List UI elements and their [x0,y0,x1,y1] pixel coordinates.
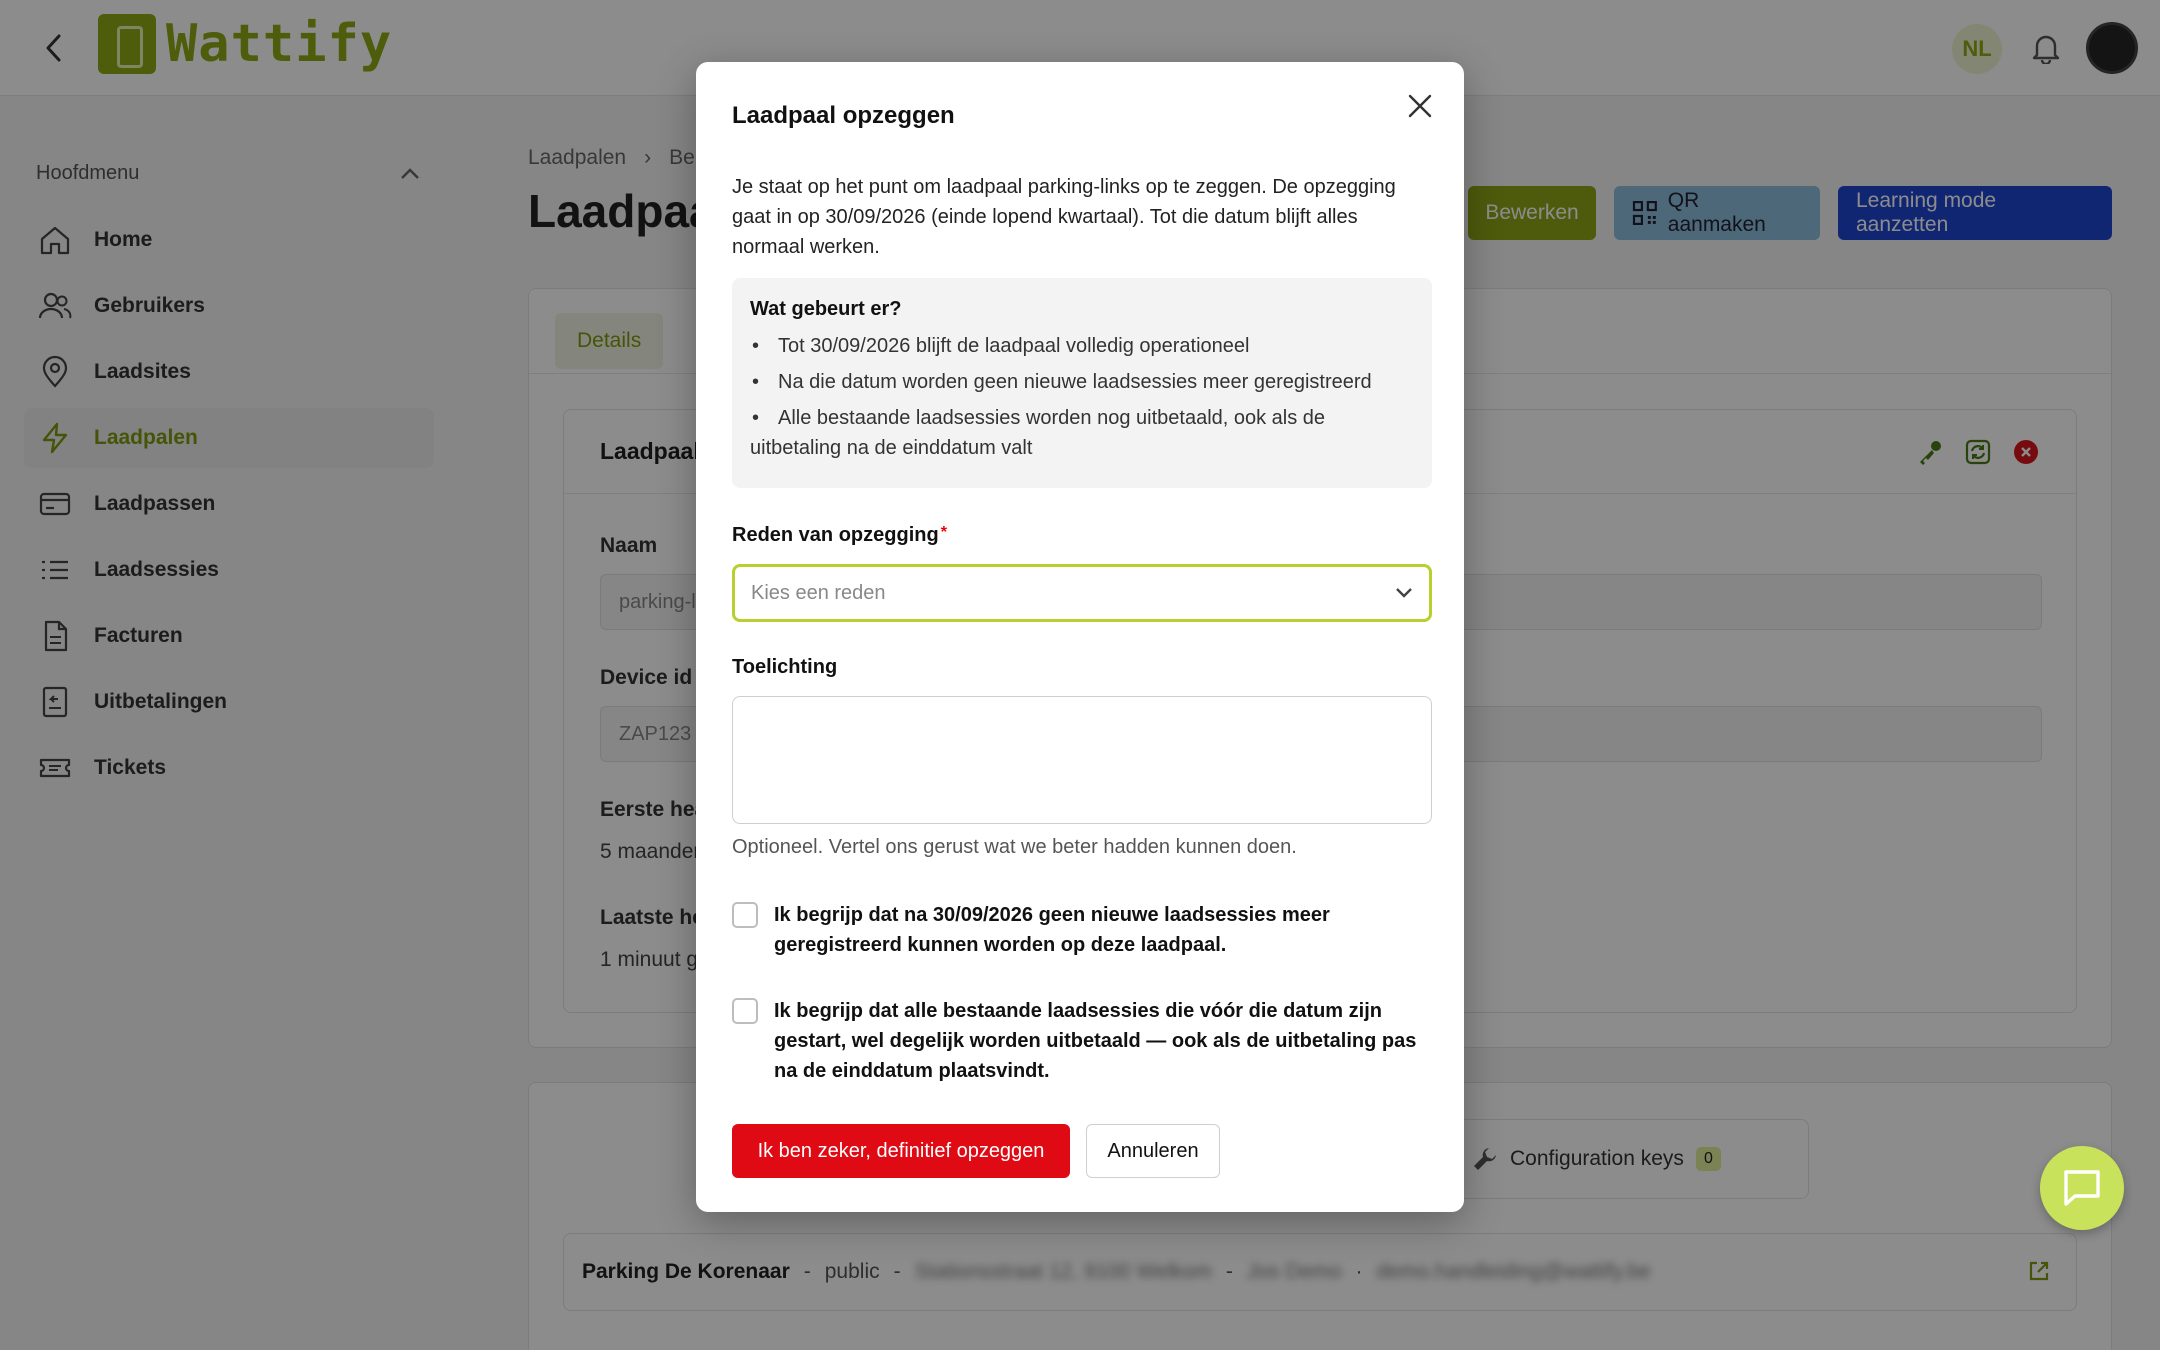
list-item: Tot 30/09/2026 blijft de laadpaal volled… [750,331,1414,361]
checkbox-label: Ik begrijp dat na 30/09/2026 geen nieuwe… [774,904,1330,956]
cancel-button[interactable]: Annuleren [1086,1124,1220,1178]
reason-placeholder: Kies een reden [751,581,886,604]
reason-select[interactable]: Kies een reden [732,564,1432,622]
chat-button[interactable] [2040,1146,2124,1230]
cancel-charger-dialog: Laadpaal opzeggen Je staat op het punt o… [696,62,1464,1212]
checkbox-label: Ik begrijp dat alle bestaande laadsessie… [774,1000,1417,1082]
info-list: Tot 30/09/2026 blijft de laadpaal volled… [750,331,1414,463]
dialog-intro: Je staat op het punt om laadpaal parking… [732,176,1396,258]
confirm-checkbox-1[interactable]: Ik begrijp dat na 30/09/2026 geen nieuwe… [732,900,1432,960]
close-icon [1408,94,1432,118]
info-title: Wat gebeurt er? [750,298,902,320]
chevron-down-icon [1396,588,1412,598]
reason-label-text: Reden van opzegging [732,524,939,546]
confirm-cancel-button[interactable]: Ik ben zeker, definitief opzeggen [732,1124,1070,1178]
required-marker: * [940,524,947,541]
list-item: Na die datum worden geen nieuwe laadsess… [750,367,1414,397]
confirm-checkbox-2[interactable]: Ik begrijp dat alle bestaande laadsessie… [732,996,1432,1086]
close-button[interactable] [1402,88,1438,124]
dialog-title: Laadpaal opzeggen [732,102,955,129]
checkbox[interactable] [732,902,758,928]
reason-label: Reden van opzegging * [732,524,947,547]
info-box: Wat gebeurt er? Tot 30/09/2026 blijft de… [732,278,1432,488]
comment-help: Optioneel. Vertel ons gerust wat we bete… [732,836,1297,858]
comment-textarea[interactable] [732,696,1432,824]
list-item: Alle bestaande laadsessies worden nog ui… [750,403,1414,463]
chat-icon [2064,1170,2100,1206]
comment-label: Toelichting [732,656,838,678]
checkbox[interactable] [732,998,758,1024]
